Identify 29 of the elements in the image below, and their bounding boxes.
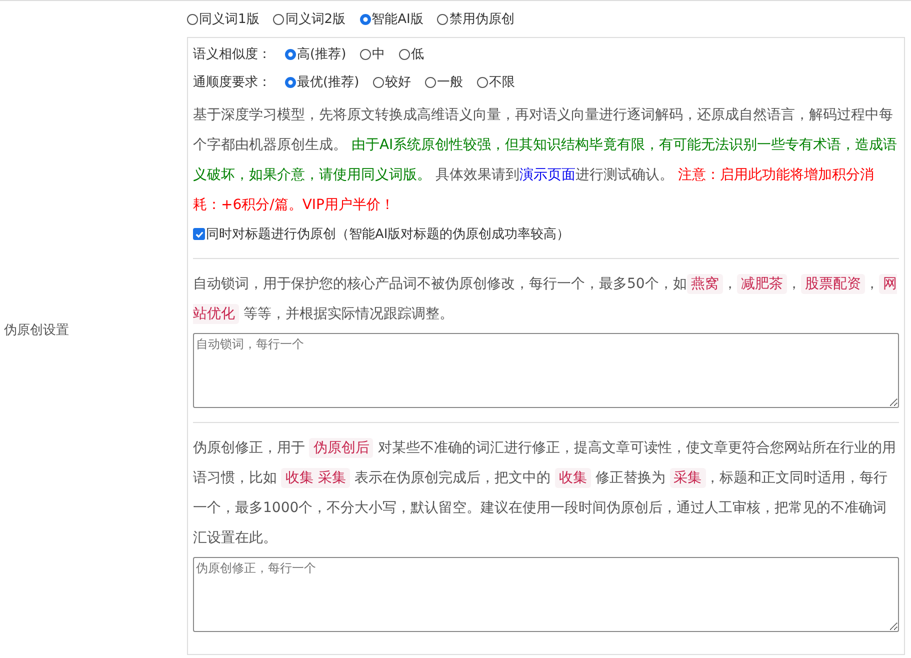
demo-page-link[interactable]: 演示页面 — [519, 167, 576, 183]
lock-words-field[interactable]: 自动锁词，每行一个 — [193, 333, 899, 408]
keyword-tag: 股票配资 — [800, 274, 865, 294]
corrections-description: 伪原创修正，用于 伪原创后 对某些不准确的词汇进行修正，提高文章可读性，使文章更符合您网站所在行业的用语习惯，比如 收集 采集 表示在伪原创完成后，把文中的 收集 修正替换为 采集 ，标题和正文同时适用，每行一个，最多1000个，不分大小写，默认留空。建议在使用一段时间伪原创后，通过人工审核，把常见的不准确词汇设置在此。 — [193, 437, 897, 548]
title-checkbox[interactable]: 同时对标题进行伪原创（智能AI版对标题的伪原创成功率较高） — [193, 225, 570, 243]
radio-option[interactable]: 一般 — [425, 73, 464, 91]
radio-option[interactable]: 同义词2版 — [273, 10, 346, 28]
keyword-tag: 燕窝 — [686, 274, 723, 294]
field-label: 通顺度要求： — [193, 74, 271, 91]
corrections-field[interactable]: 伪原创修正，每行一个 — [193, 557, 899, 632]
checkmark-icon — [194, 230, 204, 238]
radio-option[interactable]: 低 — [399, 45, 424, 63]
keyword-tag: 收集 采集 — [281, 468, 350, 488]
radio-option[interactable]: 较好 — [373, 73, 412, 91]
radio-option[interactable]: 最优(推荐) — [285, 73, 360, 91]
radio-option[interactable]: 不限 — [477, 73, 516, 91]
keyword-tag: 采集 — [670, 468, 706, 488]
radio-option[interactable]: 智能AI版 — [360, 10, 424, 28]
description-text: 基于深度学习模型，先将原文转换成高维语义向量，再对语义向量进行逐词解码，还原成自然语言，解码过程中每个字都由机器原创生成。 由于AI系统原创性较强，但其知识结构毕竟有限，有可能无法识别一些专有术语，造成语义破坏，如果介意，请使用同义词版。 具体效果请到演示页面进行测试确认。 注意：启用此功能将增加积分消耗：+6积分/篇。VIP用户半价！ — [193, 106, 898, 215]
radio-option[interactable]: 禁用伪原创 — [437, 10, 514, 28]
keyword-tag: 伪原创后 — [309, 438, 374, 458]
section-label: 伪原创设置 — [3, 322, 70, 338]
keyword-tag: 收集 — [554, 468, 591, 488]
radio-option[interactable]: 中 — [360, 45, 386, 63]
field-label: 语义相似度： — [193, 46, 271, 63]
keyword-tag: 减肥茶 — [736, 274, 787, 294]
lock-words-description: 自动锁词，用于保护您的核心产品词不被伪原创修改，每行一个，最多50个，如 燕窝 ， 减肥茶 ， 股票配资 ， 网站优化 等等，并根据实际情况跟踪调整。 — [193, 273, 898, 326]
radio-option[interactable]: 高(推荐) — [285, 45, 346, 63]
radio-option[interactable]: 同义词1版 — [187, 10, 260, 28]
